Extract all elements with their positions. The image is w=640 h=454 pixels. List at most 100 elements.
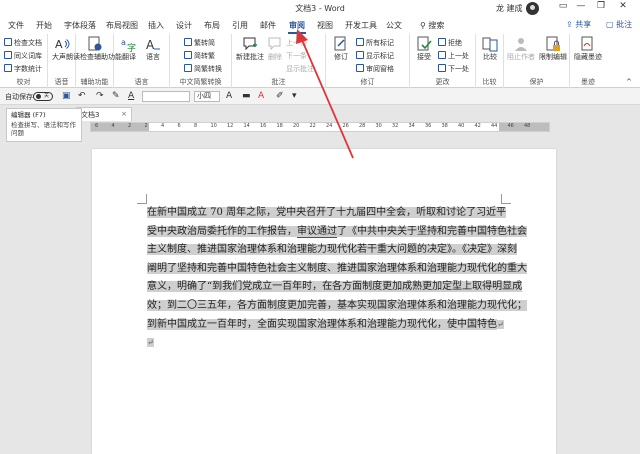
pen-icon[interactable]: ✐ (276, 91, 284, 101)
ruler-tick-label: 4 (161, 123, 165, 129)
markup-dropdown[interactable]: 所有标记 (356, 38, 394, 48)
customize-qat-icon[interactable]: ▾ (292, 91, 297, 101)
highlight-icon[interactable]: ▬ (242, 91, 251, 101)
group-label-accessibility: 辅助功能 (80, 78, 109, 86)
margin-corner-top-right (501, 194, 511, 204)
ruler-tick-label: 4 (111, 123, 115, 129)
ruler-tick-label: 38 (441, 123, 448, 129)
tab-file[interactable]: 文件 (8, 20, 24, 31)
ruler-tick-label: 26 (342, 123, 349, 129)
undo-icon[interactable]: ↶ (78, 91, 86, 101)
tell-me-search[interactable]: ⚲ 搜索 (420, 20, 444, 31)
reject-button[interactable]: 拒绝 (438, 38, 462, 48)
text-line-content: 在新中国成立 70 周年之际，党中央召开了十九届四中全会，听取和讨论了习近平 (147, 207, 507, 218)
avatar[interactable] (526, 2, 539, 15)
check-accessibility-button[interactable]: 检查辅助功能 (80, 36, 122, 61)
tab-view[interactable]: 视图 (317, 20, 333, 31)
tab-review[interactable]: 审阅 (288, 20, 306, 34)
ribbon-display-icon[interactable]: ▭ (554, 1, 572, 17)
hide-ink-button[interactable]: 隐藏墨迹 (574, 36, 602, 61)
font-size-combo[interactable]: 小四 (194, 91, 220, 102)
spelling-grammar-button[interactable]: 检查文档 (4, 38, 42, 48)
tab-insert[interactable]: 插入 (148, 20, 164, 31)
trad-to-simp-button[interactable]: 繁转简 (184, 38, 215, 48)
hide-ink-label: 隐藏墨迹 (574, 53, 602, 61)
text-line: 意义，明确了“到我们党成立一百年时，在各方面制度更加成熟更加定型上取得明显成 (147, 278, 523, 297)
ruler-tick-label: 36 (425, 123, 432, 129)
tab-layout[interactable]: 布局 (204, 20, 220, 31)
font-color-icon[interactable]: A (128, 91, 134, 101)
window-title: 文档3 - Word (295, 4, 345, 13)
clear-format-icon[interactable]: A (226, 91, 232, 101)
group-ink: 隐藏墨迹 墨迹 (570, 34, 606, 88)
comments-label: 批注 (616, 20, 633, 29)
tab-mailings[interactable]: 邮件 (260, 20, 276, 31)
collapse-ribbon-icon[interactable]: ^ (626, 78, 632, 86)
next-change-button[interactable]: 下一处 (438, 64, 469, 74)
document-page[interactable]: 在新中国成立 70 周年之际，党中央召开了十九届四中全会，听取和讨论了习近平 受… (92, 149, 556, 454)
group-comments: 新建批注 删除 上一条 下一条 显示批注 批注 (232, 34, 326, 88)
format-painter-icon[interactable]: ✎ (112, 91, 120, 101)
share-button[interactable]: ⇪ 共享 (566, 19, 591, 30)
compare-button[interactable]: 比较 (480, 36, 500, 61)
save-icon[interactable]: ▣ (62, 91, 71, 101)
simp-to-trad-button[interactable]: 简转繁 (184, 51, 215, 61)
tooltip-description: 检查拼写、语法和写作问题 (11, 121, 76, 137)
compare-icon (482, 37, 498, 52)
tab-home[interactable]: 开始 (36, 20, 52, 31)
comments-button[interactable]: ▢ 批注 (606, 19, 632, 30)
text-line: 受中央政治局委托作的工作报告，审议通过了《中共中央关于坚持和完善中国特色社会 (147, 223, 527, 242)
conversion-icon (184, 64, 192, 72)
redo-icon[interactable]: ↷ (96, 91, 104, 101)
accept-button[interactable]: 接受 (413, 36, 435, 61)
restore-button[interactable]: ❐ (592, 1, 610, 17)
underlined-phrase: 审议通过 (297, 225, 337, 238)
autosave-toggle[interactable]: 关 (33, 92, 53, 101)
tab-official-doc[interactable]: 公文 (386, 20, 402, 31)
next-comment-button[interactable]: 下一条 (286, 51, 307, 61)
document-body[interactable]: 在新中国成立 70 周年之际，党中央召开了十九届四中全会，听取和讨论了习近平 受… (147, 204, 527, 353)
compare-label: 比较 (483, 53, 497, 61)
reviewing-pane-button[interactable]: 审阅窗格 (356, 64, 394, 74)
new-comment-button[interactable]: 新建批注 (235, 36, 265, 61)
close-button[interactable]: ✕ (614, 1, 632, 17)
style-combo[interactable] (142, 91, 190, 102)
tab-references[interactable]: 引用 (232, 20, 248, 31)
show-markup-button[interactable]: 显示标记 (356, 51, 394, 61)
text-color-icon[interactable]: A (258, 91, 264, 101)
delete-comment-button[interactable]: 删除 (267, 36, 283, 61)
minimize-button[interactable]: — (572, 1, 590, 17)
word-count-button[interactable]: 字数统计 (4, 64, 42, 74)
close-tab-icon[interactable]: × (121, 110, 127, 118)
hide-ink-icon (581, 36, 593, 51)
conversion-label: 简繁转换 (194, 65, 222, 73)
ribbon: 检查文档 同义词库 字数统计 校对 A 大声朗读 语音 检查辅助功能 辅助功能 … (0, 34, 640, 88)
restrict-editing-button[interactable]: 限制编辑 (538, 36, 568, 61)
svg-text:A: A (146, 38, 155, 52)
tab-font-paragraph[interactable]: 字体段落 (64, 20, 96, 31)
show-comments-button[interactable]: 显示批注 (286, 64, 314, 74)
thesaurus-button[interactable]: 同义词库 (4, 51, 42, 61)
simp-trad-icon (184, 51, 192, 59)
previous-comment-button[interactable]: 上一条 (286, 38, 307, 48)
language-button[interactable]: A 语言 (142, 36, 164, 61)
conversion-button[interactable]: 简繁转换 (184, 64, 222, 74)
svg-text:字: 字 (127, 42, 136, 52)
block-authors-button[interactable]: 阻止作者 (507, 36, 535, 61)
markup-label: 所有标记 (366, 39, 394, 47)
user-name[interactable]: 龙 建成 (496, 3, 523, 14)
horizontal-ruler[interactable]: 6 4 2 2 4 6 8 10 12 14 16 18 20 22 24 26 28 30 32 34 36 38 40 4… (90, 122, 550, 132)
document-tab[interactable]: 文档3 × (76, 107, 132, 121)
ruler-tick-label: 40 (458, 123, 465, 129)
accessibility-check-icon (88, 36, 102, 51)
group-label-changes: 更改 (435, 78, 450, 86)
ruler-tick-label: 10 (210, 123, 217, 129)
tab-design[interactable]: 设计 (176, 20, 192, 31)
tab-layout-view[interactable]: 布局视图 (106, 20, 138, 31)
translate-button[interactable]: a字 翻译 (118, 36, 140, 61)
tab-developer[interactable]: 开发工具 (345, 20, 377, 31)
show-markup-label: 显示标记 (366, 52, 394, 60)
read-aloud-button[interactable]: A 大声朗读 (52, 36, 80, 61)
track-changes-button[interactable]: 修订 (329, 36, 353, 61)
previous-change-button[interactable]: 上一处 (438, 51, 469, 61)
